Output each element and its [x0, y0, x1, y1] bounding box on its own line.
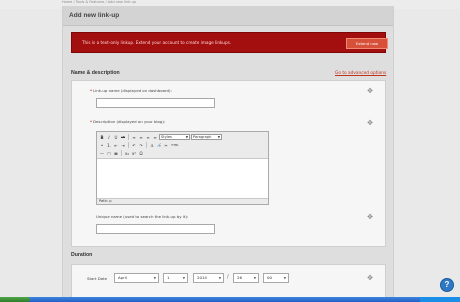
format-select-value: Paragraph — [193, 134, 212, 139]
description-label: *Description (displayed on your blog): — [90, 119, 165, 124]
year-select[interactable]: 2014 ▼ — [193, 273, 224, 283]
horizontal-rule-button[interactable]: — — [99, 150, 105, 156]
numbered-list-button[interactable]: 1. — [106, 142, 112, 148]
table-button[interactable]: ▦ — [113, 150, 119, 156]
redo-button[interactable]: ↷ — [138, 142, 144, 148]
align-justify-button[interactable]: ≡ — [152, 134, 158, 140]
minute-value: 00 — [267, 275, 272, 280]
bullet-list-button[interactable]: • — [99, 142, 105, 148]
name-description-panel: *Link-up name (displayed on dashboard): … — [71, 80, 386, 247]
toolbar-row-1: B I U ABC ≡ ≡ ≡ ≡ Styles ▼ Paragraph ▼ — [99, 133, 222, 140]
editor-status-path: Path: p — [97, 198, 268, 204]
upgrade-alert: This is a text-only linkup. Extend your … — [71, 32, 388, 53]
unique-name-label: Unique name (used to search the link-up … — [96, 214, 189, 219]
undo-button[interactable]: ↶ — [131, 142, 137, 148]
name-description-heading: Name & description — [71, 70, 120, 76]
special-char-button[interactable]: Ω — [138, 150, 144, 156]
year-value: 2014 — [197, 275, 207, 280]
day-value: 1 — [167, 275, 170, 280]
toolbar-row-3: — □ ▦ x₂ x² Ω — [99, 149, 144, 156]
month-value: April — [118, 275, 127, 280]
chevron-down-icon: ▼ — [253, 276, 256, 280]
required-marker: * — [90, 88, 93, 93]
toolbar-separator — [128, 133, 129, 140]
align-right-button[interactable]: ≡ — [145, 134, 151, 140]
chevron-down-icon: ▼ — [185, 134, 188, 139]
editor-toolbar: B I U ABC ≡ ≡ ≡ ≡ Styles ▼ Paragraph ▼ • 1… — [97, 132, 268, 159]
help-button[interactable]: ? — [440, 278, 454, 292]
italic-button[interactable]: I — [106, 134, 112, 140]
advanced-options-link[interactable]: Go to advanced options — [335, 71, 386, 77]
outdent-button[interactable]: ⇤ — [113, 142, 119, 148]
alert-message: This is a text-only linkup. Extend your … — [82, 40, 232, 45]
drag-move-icon[interactable]: ✥ — [366, 213, 374, 221]
indent-button[interactable]: ⇥ — [120, 142, 126, 148]
subscript-button[interactable]: x₂ — [124, 150, 130, 156]
underline-button[interactable]: U — [113, 134, 119, 140]
styles-select[interactable]: Styles ▼ — [159, 133, 190, 140]
hour-value: 26 — [237, 275, 242, 280]
description-label-text: Description (displayed on your blog): — [93, 119, 166, 124]
link-button[interactable]: 🔗 — [156, 142, 162, 148]
bold-button[interactable]: B — [99, 134, 105, 140]
description-editor[interactable]: B I U ABC ≡ ≡ ≡ ≡ Styles ▼ Paragraph ▼ • 1… — [96, 131, 269, 205]
hour-select[interactable]: 26 ▼ — [233, 273, 259, 283]
start-button[interactable] — [0, 297, 30, 302]
page-container: Add new link-up This is a text-only link… — [62, 6, 394, 302]
linkup-name-label-text: Link-up name (displayed on dashboard): — [93, 88, 172, 93]
toolbar-separator — [146, 141, 147, 148]
image-button[interactable]: □ — [106, 150, 112, 156]
linkup-name-label: *Link-up name (displayed on dashboard): — [90, 88, 172, 93]
toolbar-separator — [128, 141, 129, 148]
toolbar-row-2: • 1. ⇤ ⇥ ↶ ↷ ⚓ 🔗 ✂ HTML — [99, 141, 180, 148]
start-date-label: Start Date — [87, 276, 108, 281]
minute-select[interactable]: 00 ▼ — [263, 273, 289, 283]
extend-now-button[interactable]: Extend now — [346, 38, 388, 49]
chevron-down-icon: ▼ — [217, 134, 220, 139]
cut-button[interactable]: ✂ — [163, 142, 169, 148]
strikethrough-button[interactable]: ABC — [120, 134, 126, 140]
drag-move-icon[interactable]: ✥ — [366, 87, 374, 95]
styles-select-value: Styles — [161, 134, 172, 139]
required-marker: * — [90, 119, 93, 124]
chevron-down-icon: ▼ — [218, 276, 221, 280]
anchor-button[interactable]: ⚓ — [149, 142, 155, 148]
format-select[interactable]: Paragraph ▼ — [191, 133, 222, 140]
time-separator: / — [227, 274, 229, 280]
unique-name-input[interactable] — [96, 224, 215, 234]
duration-heading: Duration — [71, 252, 93, 258]
chevron-down-icon: ▼ — [182, 276, 185, 280]
page-title: Add new link-up — [69, 12, 120, 19]
day-select[interactable]: 1 ▼ — [163, 273, 188, 283]
chevron-down-icon: ▼ — [283, 276, 286, 280]
chevron-down-icon: ▼ — [153, 276, 156, 280]
drag-move-icon[interactable]: ✥ — [366, 119, 374, 127]
system-tray — [420, 297, 460, 302]
toolbar-separator — [121, 149, 122, 156]
superscript-button[interactable]: x² — [131, 150, 137, 156]
breadcrumb: Home / Tools & Features / Add new link-u… — [62, 0, 136, 4]
windows-taskbar — [0, 297, 460, 302]
align-left-button[interactable]: ≡ — [131, 134, 137, 140]
align-center-button[interactable]: ≡ — [138, 134, 144, 140]
drag-move-icon[interactable]: ✥ — [366, 274, 374, 282]
page-header: Add new link-up — [63, 6, 393, 26]
month-select[interactable]: April ▼ — [114, 273, 159, 283]
html-source-button[interactable]: HTML — [170, 142, 180, 148]
linkup-name-input[interactable] — [96, 98, 215, 108]
